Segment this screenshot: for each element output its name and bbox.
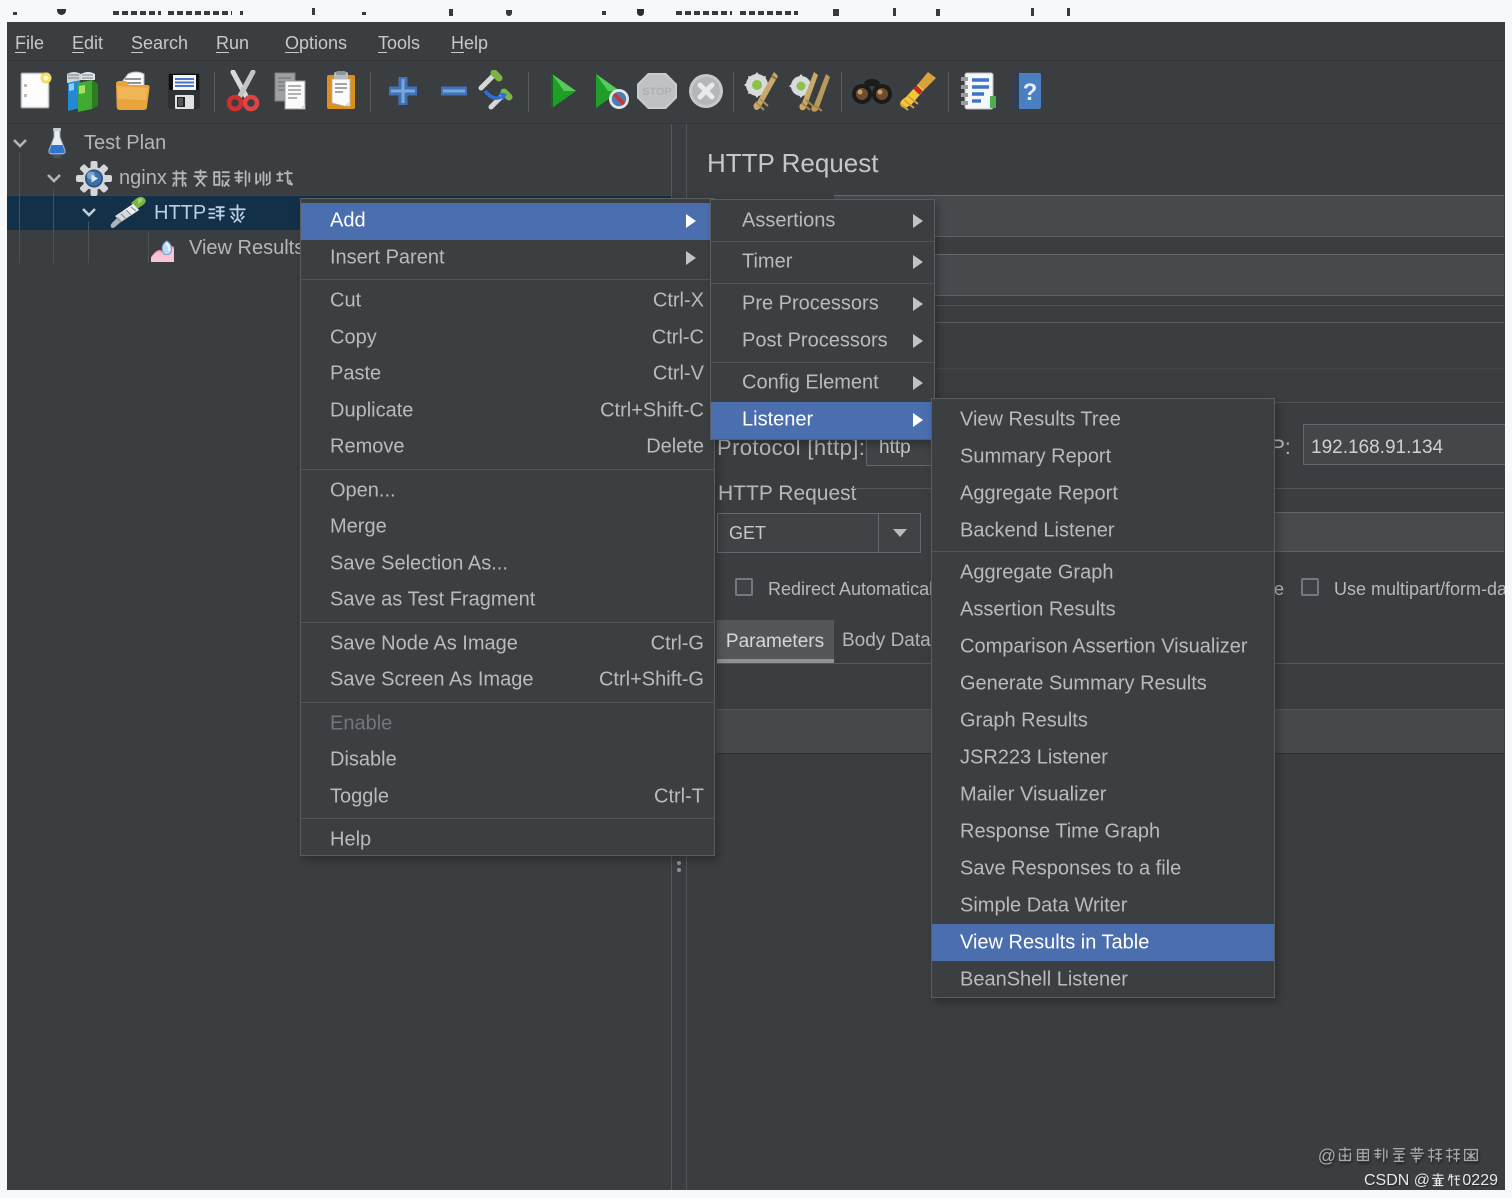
svg-text:STOP: STOP <box>642 86 672 98</box>
svg-text:?: ? <box>1023 79 1038 106</box>
